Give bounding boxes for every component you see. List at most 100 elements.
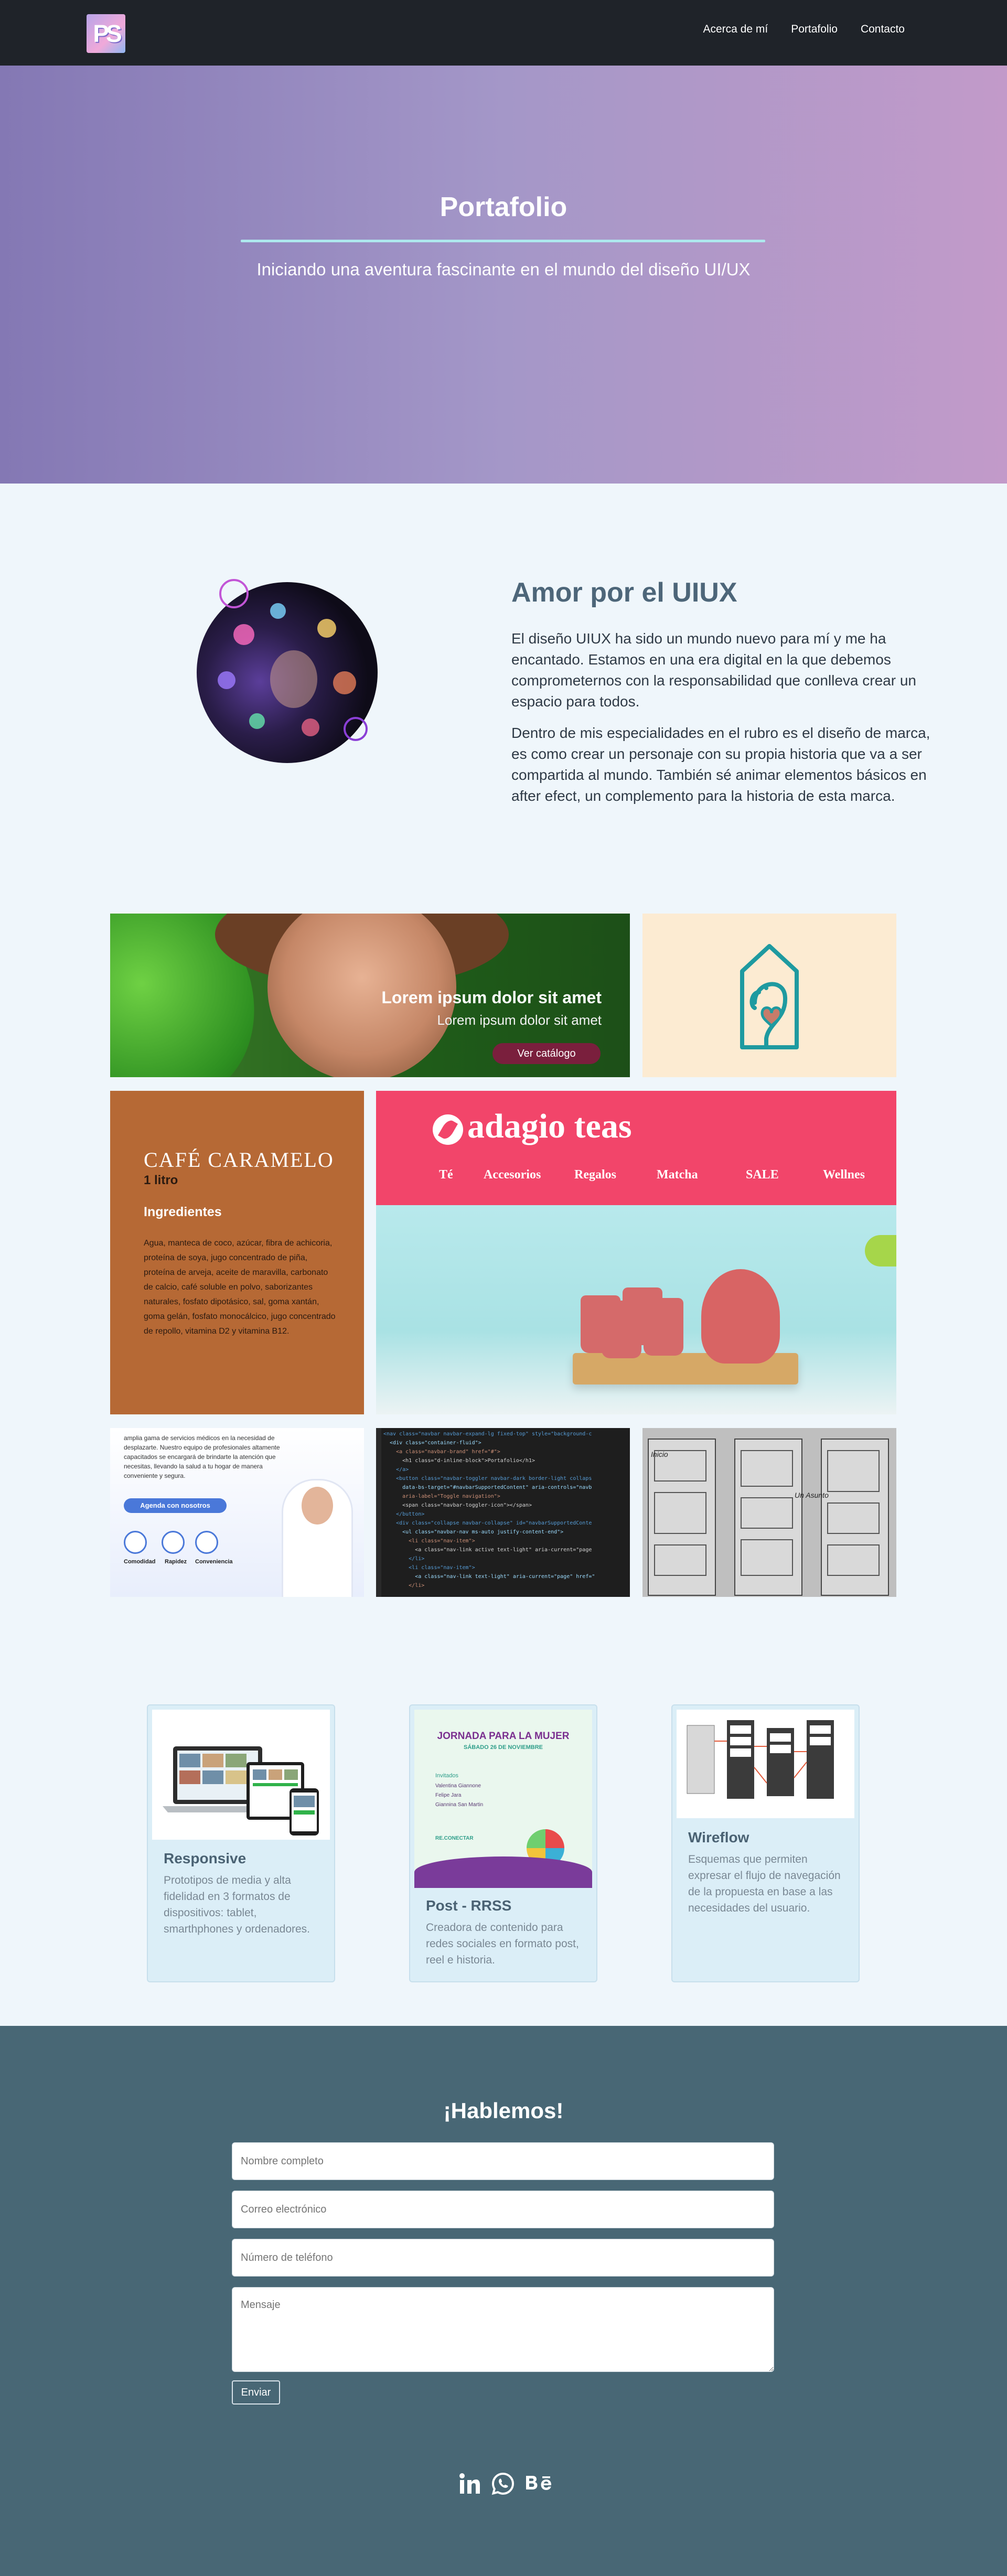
code-line: <li class="nav-item"> bbox=[383, 1538, 475, 1544]
code-line: </a> bbox=[383, 1467, 409, 1473]
adagio-logo: adagio teas bbox=[467, 1107, 632, 1145]
card-title: Wireflow bbox=[688, 1829, 749, 1845]
nav-link-contact[interactable]: Contacto bbox=[861, 23, 905, 36]
behance-icon[interactable] bbox=[525, 2473, 553, 2497]
social-links bbox=[459, 2472, 553, 2498]
code-line: </li> bbox=[383, 1583, 425, 1588]
hero-subtitle: Iniciando una aventura fascinante en el … bbox=[256, 260, 751, 279]
name-input[interactable] bbox=[232, 2142, 774, 2180]
project-card-rrss[interactable]: JORNADA PARA LA MUJER SÁBADO 26 DE NOVIE… bbox=[409, 1704, 597, 1982]
contact-title: ¡Hablemos! bbox=[443, 2098, 564, 2123]
message-textarea[interactable] bbox=[232, 2287, 774, 2372]
adagio-menu-item: Té bbox=[439, 1168, 453, 1182]
send-button[interactable]: Enviar bbox=[232, 2380, 280, 2405]
brand-logo-glyph: PS bbox=[93, 20, 122, 47]
contact-section: ¡Hablemos! Enviar bbox=[0, 2026, 1007, 2576]
adagio-header: adagio teas Té Accesorios Regalos Matcha… bbox=[376, 1091, 896, 1205]
icon-label: Comodidad bbox=[124, 1559, 156, 1565]
wireframe-page bbox=[734, 1439, 802, 1596]
decorative-ring bbox=[219, 579, 249, 608]
hero: Portafolio Iniciando una aventura fascin… bbox=[0, 66, 1007, 484]
doctor-face bbox=[302, 1487, 333, 1525]
icon-label: Rapidez bbox=[165, 1559, 187, 1565]
card-description: Esquemas que permiten expresar el flujo … bbox=[688, 1853, 841, 1914]
wireflow-diagram-image bbox=[677, 1710, 854, 1818]
code-line: <div class="collapse navbar-collapse" id… bbox=[383, 1520, 592, 1526]
code-gutter bbox=[376, 1428, 381, 1597]
card-description: Prototipos de media y alta fidelidad en … bbox=[164, 1874, 310, 1935]
email-input[interactable] bbox=[232, 2191, 774, 2228]
code-line: <nav class="navbar navbar-expand-lg fixe… bbox=[383, 1431, 592, 1437]
cafe-ingredients-title: Ingredientes bbox=[144, 1205, 222, 1219]
code-line: aria-label="Toggle navigation"> bbox=[383, 1494, 500, 1499]
speed-icon bbox=[162, 1531, 185, 1554]
convenience-icon bbox=[195, 1531, 218, 1554]
wireframe-page bbox=[648, 1439, 716, 1596]
cup-shape bbox=[644, 1298, 683, 1356]
code-line: <div class="container-fluid"> bbox=[383, 1440, 481, 1446]
teapot-shape bbox=[701, 1269, 780, 1364]
code-line: <span class="navbar-toggler-icon"></span… bbox=[383, 1502, 532, 1508]
gallery-item-cafe-label[interactable]: CAFÉ CARAMELO 1 litro Ingredientes Agua,… bbox=[110, 1091, 364, 1414]
cafe-ingredients: Agua, manteca de coco, azúcar, fibra de … bbox=[144, 1239, 336, 1336]
code-line: <a class="nav-link active text-light" ar… bbox=[383, 1547, 592, 1553]
card-description: Creadora de contenido para redes sociale… bbox=[426, 1922, 579, 1966]
wireframe-page bbox=[821, 1439, 889, 1596]
comfort-icon bbox=[124, 1531, 147, 1554]
nav-link-about[interactable]: Acerca de mí bbox=[703, 23, 768, 36]
gallery-item-wireframe-sketch[interactable]: Inicio Un Asunto bbox=[642, 1428, 896, 1597]
adagio-menu-item: Matcha bbox=[657, 1168, 698, 1182]
banner-subheading: Lorem ipsum dolor sit amet bbox=[437, 1012, 602, 1028]
code-line: <a class="navbar-brand" href="#"> bbox=[383, 1449, 500, 1455]
code-line: data-bs-target="#navbarSupportedContent"… bbox=[383, 1485, 592, 1490]
about-paragraph: Dentro de mis especialidades en el rubro… bbox=[511, 725, 930, 804]
about-title: Amor por el UIUX bbox=[511, 577, 737, 608]
adagio-menu-item: SALE bbox=[746, 1168, 779, 1182]
medical-text: amplia gama de servicios médicos en la n… bbox=[124, 1434, 280, 1479]
responsive-devices-image bbox=[152, 1710, 330, 1840]
cup-shape bbox=[602, 1301, 641, 1358]
code-line: <a class="nav-link text-light" aria-curr… bbox=[383, 1574, 595, 1580]
adagio-menu-item: Wellnes bbox=[823, 1168, 865, 1182]
gallery-item-adagio-teas[interactable]: adagio teas Té Accesorios Regalos Matcha… bbox=[376, 1091, 896, 1414]
gallery-item-beauty-banner[interactable]: Lorem ipsum dolor sit amet Lorem ipsum d… bbox=[110, 914, 630, 1077]
adagio-menu-item: Accesorios bbox=[484, 1168, 541, 1182]
wireframe-label: Inicio bbox=[651, 1450, 668, 1458]
hero-title: Portafolio bbox=[440, 192, 567, 222]
phone-input[interactable] bbox=[232, 2239, 774, 2277]
banner-heading: Lorem ipsum dolor sit amet bbox=[381, 988, 602, 1007]
catalog-button[interactable]: Ver catálogo bbox=[492, 1043, 601, 1064]
code-line: </button> bbox=[383, 1511, 425, 1517]
about-paragraph: El diseño UIUX ha sido un mundo nuevo pa… bbox=[511, 630, 916, 710]
code-line: <li class="nav-item"> bbox=[383, 1565, 475, 1571]
rrss-poster-image: JORNADA PARA LA MUJER SÁBADO 26 DE NOVIE… bbox=[414, 1710, 592, 1888]
lime-shape bbox=[865, 1235, 896, 1266]
cafe-size: 1 litro bbox=[144, 1173, 178, 1187]
nav-link-portfolio[interactable]: Portafolio bbox=[791, 23, 838, 36]
navbar: PS Acerca de mí Portafolio Contacto bbox=[0, 0, 1007, 66]
nav-links: Acerca de mí Portafolio Contacto bbox=[703, 23, 905, 36]
adagio-menu: Té Accesorios Regalos Matcha SALE Wellne… bbox=[376, 1168, 896, 1189]
pet-house-icon bbox=[740, 944, 799, 1049]
whatsapp-icon[interactable] bbox=[491, 2472, 515, 2498]
decorative-ring bbox=[344, 717, 368, 741]
icon-label: Conveniencia bbox=[195, 1559, 233, 1565]
linkedin-icon[interactable] bbox=[459, 2473, 481, 2497]
adagio-menu-item: Regalos bbox=[574, 1168, 616, 1182]
code-line: </li> bbox=[383, 1556, 425, 1562]
wireframe-label: Un Asunto bbox=[795, 1491, 829, 1499]
code-line: <h1 class="d-inline-block">Portafolio</h… bbox=[383, 1458, 535, 1464]
cafe-title: CAFÉ CARAMELO bbox=[144, 1148, 334, 1172]
gallery-item-medical-web[interactable]: amplia gama de servicios médicos en la n… bbox=[110, 1428, 364, 1597]
medical-schedule-button: Agenda con nosotros bbox=[124, 1498, 227, 1513]
gallery-item-pet-logo[interactable] bbox=[642, 914, 896, 1077]
card-title: Post - RRSS bbox=[426, 1897, 512, 1914]
project-card-wireflow[interactable]: Wireflow Esquemas que permiten expresar … bbox=[671, 1704, 860, 1982]
hero-divider bbox=[241, 240, 765, 242]
gallery-item-code-snippet[interactable]: <nav class="navbar navbar-expand-lg fixe… bbox=[376, 1428, 630, 1597]
card-title: Responsive bbox=[164, 1850, 247, 1866]
brand-logo[interactable]: PS bbox=[87, 14, 125, 53]
code-line: <button class="navbar-toggler navbar-dar… bbox=[383, 1476, 592, 1482]
project-card-responsive[interactable]: Responsive Prototipos de media y alta fi… bbox=[147, 1704, 335, 1982]
code-line: <ul class="navbar-nav ms-auto justify-co… bbox=[383, 1529, 564, 1535]
